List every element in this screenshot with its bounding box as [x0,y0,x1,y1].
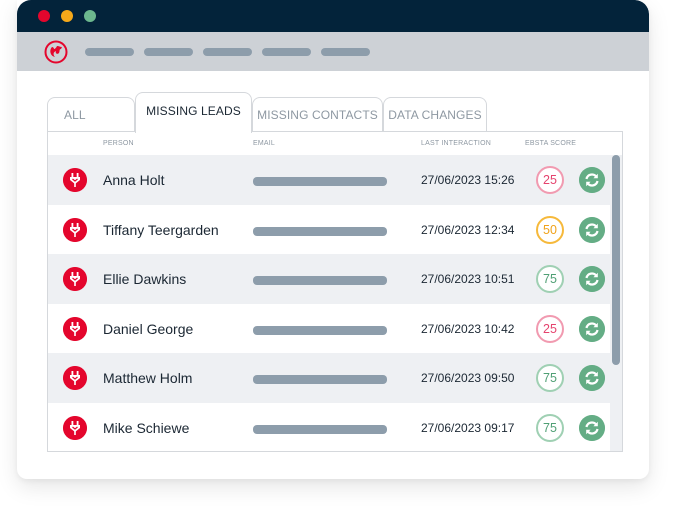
person-name[interactable]: Tiffany Teergarden [103,222,219,238]
nav-item-placeholder[interactable] [85,48,134,56]
last-interaction: 27/06/2023 09:50 [421,371,515,386]
email-placeholder [253,424,387,434]
plug-icon [63,217,87,242]
column-header-person: PERSON [103,140,134,147]
sync-icon[interactable] [579,315,605,342]
nav-item-placeholder[interactable] [203,48,252,56]
maximize-window-button[interactable] [84,10,96,22]
ebsta-score-badge: 25 [536,166,564,194]
person-name[interactable]: Daniel George [103,321,193,337]
table-body: Anna Holt 27/06/2023 15:26 25 Tiffany Te… [48,155,610,451]
column-header-score: EBSTA SCORE [525,140,577,147]
scrollbar-thumb[interactable] [612,155,620,365]
last-interaction: 27/06/2023 10:51 [421,272,515,287]
tab-all[interactable]: ALL [47,97,135,132]
close-window-button[interactable] [38,10,50,22]
person-name[interactable]: Matthew Holm [103,370,192,386]
nav-item-placeholder[interactable] [321,48,370,56]
email-placeholder [253,325,387,335]
person-name[interactable]: Ellie Dawkins [103,271,186,287]
table-row[interactable]: Mike Schiewe 27/06/2023 09:17 75 [48,403,610,451]
tab-missing-contacts[interactable]: MISSING CONTACTS [252,97,383,132]
app-window: ALL MISSING LEADS MISSING CONTACTS DATA … [17,0,649,479]
last-interaction: 27/06/2023 15:26 [421,173,515,187]
sync-icon[interactable] [579,216,605,243]
nav-item-placeholder[interactable] [144,48,193,56]
table-row[interactable]: Anna Holt 27/06/2023 15:26 25 [48,155,610,205]
email-placeholder [253,177,387,186]
ebsta-score-badge: 50 [536,215,564,244]
column-header-last-interaction: LAST INTERACTION [421,140,491,147]
plug-icon [63,267,87,292]
nav-bar [17,32,649,71]
plug-icon [63,168,87,192]
minimize-window-button[interactable] [61,10,73,22]
email-placeholder [253,226,387,236]
ebsta-score-badge: 75 [536,413,564,442]
table-row[interactable]: Daniel George 27/06/2023 10:42 25 [48,304,610,354]
table-row[interactable]: Tiffany Teergarden 27/06/2023 12:34 50 [48,205,610,255]
email-placeholder [253,375,387,385]
ebsta-logo-icon[interactable] [44,40,68,64]
sync-icon[interactable] [579,414,605,441]
person-name[interactable]: Mike Schiewe [103,420,189,436]
plug-icon [63,316,87,341]
plug-icon [63,415,87,440]
tab-data-changes[interactable]: DATA CHANGES [383,97,487,132]
plug-icon [63,366,87,391]
table-row[interactable]: Ellie Dawkins 27/06/2023 10:51 75 [48,254,610,304]
tab-missing-leads[interactable]: MISSING LEADS [135,92,252,133]
ebsta-score-badge: 25 [536,314,564,343]
last-interaction: 27/06/2023 09:17 [421,420,515,435]
ebsta-score-badge: 75 [536,265,564,294]
sync-icon[interactable] [579,167,605,193]
nav-item-placeholder[interactable] [262,48,311,56]
last-interaction: 27/06/2023 10:42 [421,321,515,336]
column-header-email: EMAIL [253,140,276,147]
email-placeholder [253,276,387,286]
table-row[interactable]: Matthew Holm 27/06/2023 09:50 75 [48,353,610,403]
person-name[interactable]: Anna Holt [103,172,164,188]
leads-table: PERSON EMAIL LAST INTERACTION EBSTA SCOR… [47,131,623,452]
ebsta-score-badge: 75 [536,364,564,393]
sync-icon[interactable] [579,365,605,392]
last-interaction: 27/06/2023 12:34 [421,222,515,237]
title-bar [17,0,649,32]
sync-icon[interactable] [579,266,605,293]
